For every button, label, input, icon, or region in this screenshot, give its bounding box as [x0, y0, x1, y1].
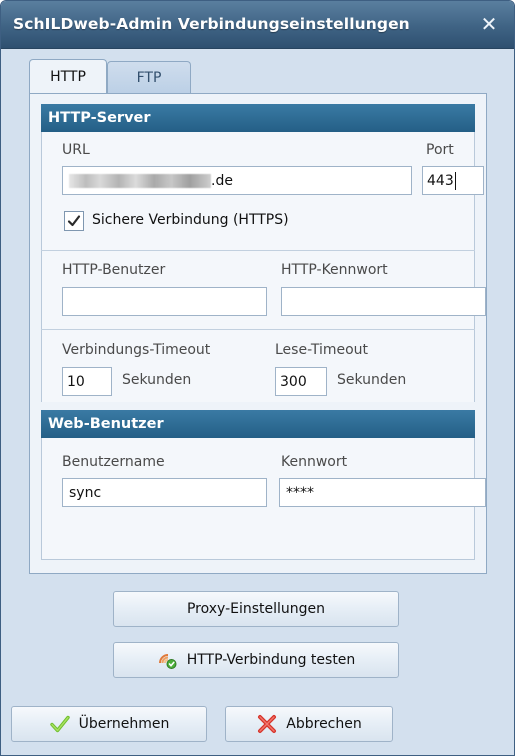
web-user-header-label: Web-Benutzer: [48, 416, 164, 432]
url-label: URL: [62, 142, 90, 158]
web-password-input[interactable]: ****: [279, 478, 486, 507]
test-connection-label: HTTP-Verbindung testen: [186, 652, 356, 668]
web-user-header: Web-Benutzer: [41, 410, 475, 438]
title-bar[interactable]: SchILDweb-Admin Verbindungseinstellungen…: [1, 1, 514, 49]
close-button[interactable]: ✕: [474, 10, 504, 38]
tab-ftp-label: FTP: [136, 69, 162, 86]
url-input[interactable]: .de: [62, 166, 412, 195]
redacted-url-text: [69, 173, 211, 188]
checkmark-icon: [67, 215, 81, 227]
connect-timeout-input[interactable]: 10: [62, 367, 112, 396]
port-input[interactable]: 443: [422, 166, 484, 195]
proxy-settings-button[interactable]: Proxy-Einstellungen: [113, 591, 399, 627]
apply-label: Übernehmen: [78, 716, 170, 732]
https-checkbox-label: Sichere Verbindung (HTTPS): [92, 212, 289, 228]
cancel-button[interactable]: Abbrechen: [225, 706, 393, 742]
test-connection-button[interactable]: HTTP-Verbindung testen: [113, 642, 399, 678]
port-label: Port: [426, 142, 454, 158]
web-password-label: Kennwort: [281, 454, 348, 470]
close-icon: ✕: [480, 12, 498, 36]
section-divider: [41, 329, 475, 330]
connect-timeout-value: 10: [67, 373, 85, 390]
http-user-label: HTTP-Benutzer: [62, 262, 166, 278]
url-suffix: .de: [211, 172, 233, 189]
port-value: 443: [427, 172, 454, 189]
connect-timeout-unit: Sekunden: [122, 372, 192, 388]
https-checkbox[interactable]: [64, 211, 84, 231]
window-title: SchILDweb-Admin Verbindungseinstellungen: [13, 15, 410, 33]
http-password-input[interactable]: [281, 287, 486, 316]
http-server-header: HTTP-Server: [41, 104, 475, 132]
green-checkmark-icon: [49, 713, 71, 735]
username-value: sync: [69, 484, 102, 501]
web-password-value: ****: [286, 484, 314, 501]
http-password-label: HTTP-Kennwort: [281, 262, 388, 278]
apply-button[interactable]: Übernehmen: [11, 706, 207, 742]
cancel-label: Abbrechen: [286, 716, 362, 732]
username-label: Benutzername: [62, 454, 165, 470]
tab-ftp[interactable]: FTP: [107, 61, 191, 93]
red-x-icon: [256, 713, 278, 735]
settings-dialog: SchILDweb-Admin Verbindungseinstellungen…: [0, 0, 515, 756]
text-caret: [454, 171, 456, 190]
tab-http-label: HTTP: [50, 68, 86, 85]
read-timeout-unit: Sekunden: [337, 372, 407, 388]
connect-timeout-label: Verbindungs-Timeout: [62, 342, 211, 358]
username-input[interactable]: sync: [62, 478, 267, 507]
read-timeout-value: 300: [280, 373, 307, 390]
http-server-header-label: HTTP-Server: [48, 110, 151, 126]
proxy-settings-label: Proxy-Einstellungen: [186, 601, 326, 617]
http-tab-panel: HTTP-Server URL .de Port 443 Sichere Ver…: [29, 93, 487, 574]
section-divider: [41, 250, 475, 251]
read-timeout-input[interactable]: 300: [275, 367, 327, 396]
network-test-icon: [157, 649, 179, 671]
read-timeout-label: Lese-Timeout: [275, 342, 369, 358]
tab-http[interactable]: HTTP: [29, 59, 107, 93]
http-user-input[interactable]: [62, 287, 267, 316]
